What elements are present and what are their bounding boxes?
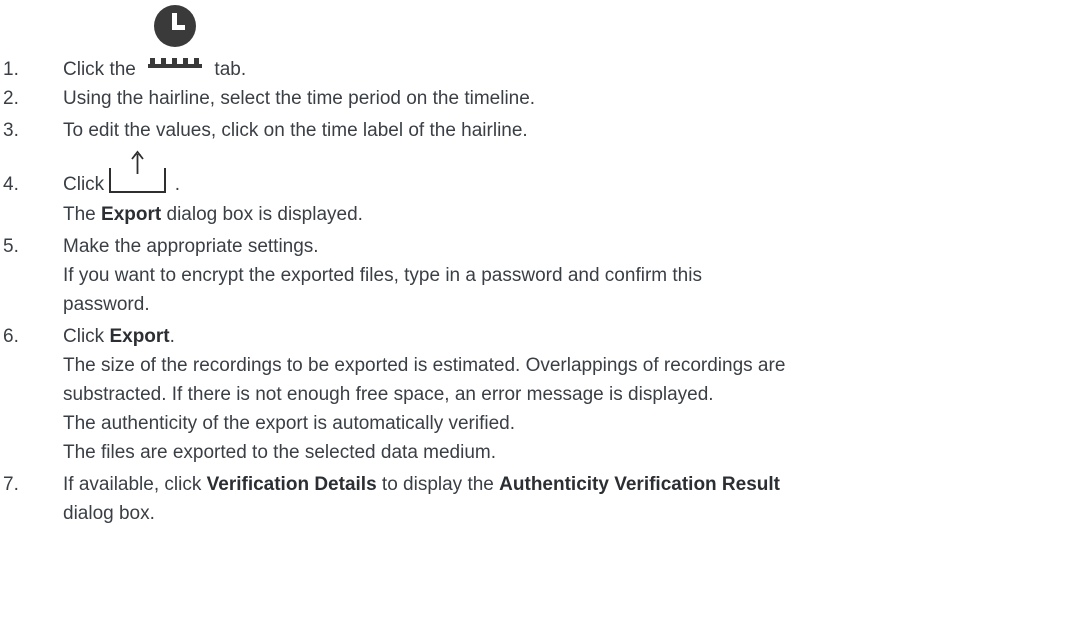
step-note-line: If you want to encrypt the exported file… [63, 265, 702, 286]
step-text-post: . [174, 174, 181, 195]
step-text: Click the tab. [63, 5, 247, 83]
step-note-line: The size of the recordings to be exporte… [63, 355, 786, 376]
step-text: Click Export. [63, 324, 175, 350]
export-icon [109, 150, 169, 198]
step-number: 7. [3, 474, 19, 495]
step-text-post: . [169, 326, 175, 347]
step-number: 6. [3, 326, 19, 347]
step-text-pre: Click the [63, 59, 136, 80]
step-text-post: tab. [214, 59, 247, 80]
step-text: Make the appropriate settings. [63, 236, 319, 257]
step-number: 4. [3, 174, 19, 195]
step-text-pre: If available, click [63, 474, 207, 495]
step-text: Click . [63, 150, 181, 198]
step-note-line: password. [63, 294, 150, 315]
verification-details-button-name: Verification Details [206, 474, 377, 495]
step-note-line: The authenticity of the export is automa… [63, 413, 516, 434]
step-note-line: dialog box. [63, 503, 155, 524]
step-text-pre: Click [63, 326, 110, 347]
step-text: If available, click Verification Details… [63, 472, 780, 498]
step-number: 5. [3, 236, 19, 257]
timeline-tab-icon [147, 5, 203, 83]
authenticity-dialog-name: Authenticity Verification Result [499, 474, 780, 495]
step-number: 1. [3, 59, 19, 80]
step-text-mid: to display the [376, 474, 500, 495]
step-note-post: dialog box is displayed. [161, 204, 363, 225]
step-note-pre: The [63, 204, 102, 225]
step-text: Using the hairline, select the time peri… [63, 88, 536, 109]
export-dialog-name: Export [101, 204, 162, 225]
step-text-pre: Click [63, 174, 105, 195]
step-number: 2. [3, 88, 19, 109]
step-note-line: substracted. If there is not enough free… [63, 384, 714, 405]
step-note-line: The files are exported to the selected d… [63, 442, 497, 463]
step-note: The Export dialog box is displayed. [63, 202, 363, 228]
step-number: 3. [3, 120, 19, 141]
export-button-name: Export [109, 326, 170, 347]
step-text: To edit the values, click on the time la… [63, 120, 528, 141]
